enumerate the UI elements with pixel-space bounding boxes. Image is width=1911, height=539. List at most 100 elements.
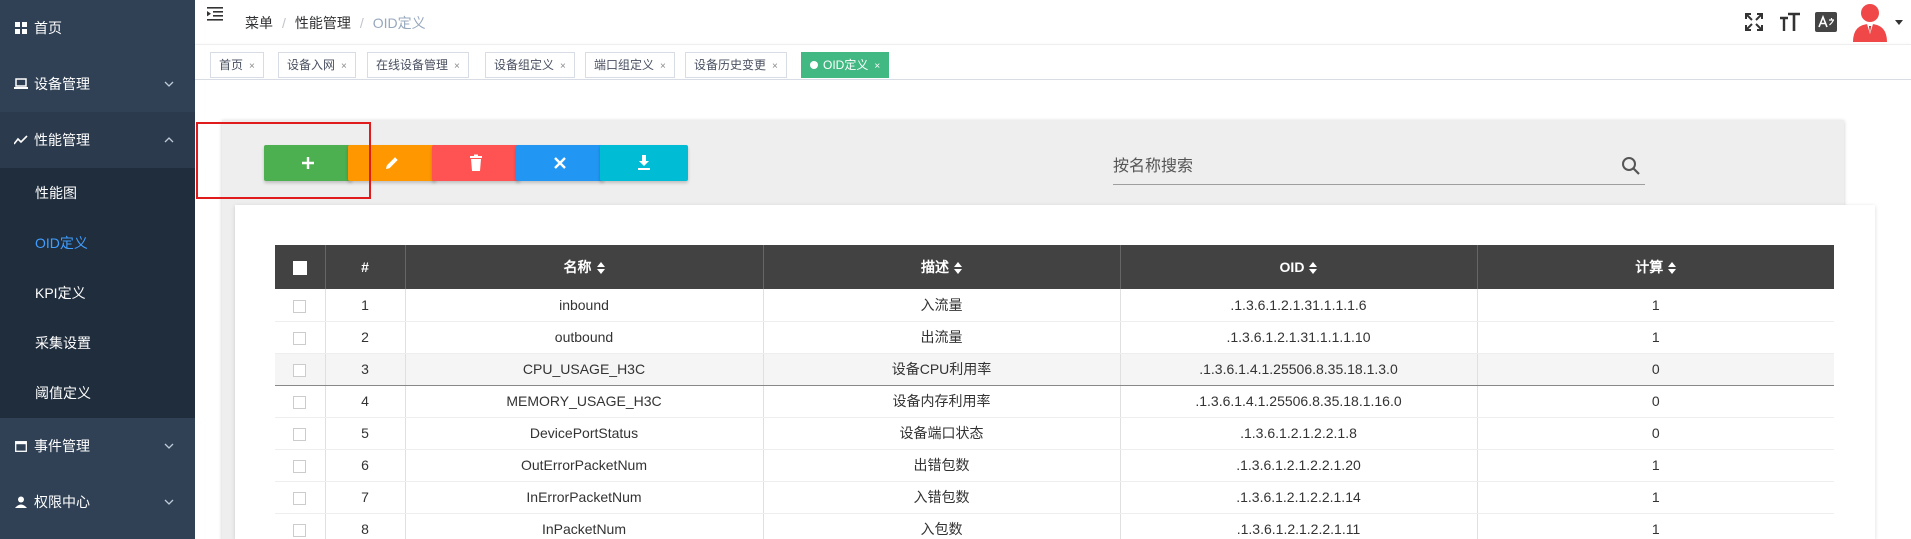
breadcrumb-item[interactable]: 菜单 — [245, 13, 273, 33]
caret-down-icon[interactable] — [1895, 18, 1903, 26]
sort-icon[interactable] — [596, 262, 605, 275]
export-button[interactable] — [600, 145, 688, 181]
table-cell: 入错包数 — [763, 481, 1121, 514]
table-cell: 出错包数 — [763, 449, 1121, 482]
avatar[interactable] — [1851, 2, 1889, 42]
sidebar-subitem-threshold-definition[interactable]: 阈值定义 — [0, 368, 195, 418]
row-checkbox[interactable] — [293, 363, 307, 377]
table-cell: 入包数 — [763, 513, 1121, 539]
fullscreen-icon[interactable] — [1743, 11, 1765, 33]
hamburger-icon[interactable] — [207, 6, 225, 22]
navbar: 菜单 / 性能管理 / OID定义 — [195, 0, 1911, 44]
table-cell: 3 — [325, 353, 406, 386]
sidebar-item-event-management[interactable]: 事件管理 — [0, 418, 195, 474]
tag-oid-definition[interactable]: OID定义 × — [801, 52, 890, 78]
row-checkbox[interactable] — [293, 427, 307, 441]
table-cell: 出流量 — [763, 321, 1121, 354]
sidebar-subitem-oid-definition[interactable]: OID定义 — [0, 218, 195, 268]
breadcrumb-separator: / — [359, 15, 364, 31]
chevron-down-icon — [164, 499, 174, 505]
search-field — [1113, 147, 1645, 185]
table-cell: 0 — [1477, 385, 1834, 418]
tag-label: 端口组定义 — [594, 58, 655, 72]
row-checkbox-cell — [275, 385, 326, 418]
column-header-name[interactable]: 名称 — [405, 245, 764, 289]
row-checkbox[interactable] — [293, 299, 307, 313]
right-menu — [1743, 0, 1911, 44]
table-row[interactable]: 6 OutErrorPacketNum 出错包数 .1.3.6.1.2.1.2.… — [275, 449, 1834, 482]
row-checkbox-cell — [275, 481, 326, 514]
close-icon[interactable]: × — [772, 61, 778, 72]
sidebar-item-performance-management[interactable]: 性能管理 — [0, 112, 195, 168]
table-cell: 0 — [1477, 353, 1834, 386]
tag-online-device-management[interactable]: 在线设备管理 × — [367, 52, 469, 78]
table-row[interactable]: 7 InErrorPacketNum 入错包数 .1.3.6.1.2.1.2.2… — [275, 481, 1834, 514]
tag-device-onboarding[interactable]: 设备入网 × — [278, 52, 356, 78]
sidebar-subitem-label: 阈值定义 — [35, 385, 91, 401]
table-cell: 0 — [1477, 417, 1834, 450]
table-row[interactable]: 8 InPacketNum 入包数 .1.3.6.1.2.1.2.2.1.11 … — [275, 513, 1834, 539]
oid-table: # 名称 描述 OID 计算 1 inbound 入流量 .1.3.6.1.2.… — [275, 245, 1834, 539]
row-checkbox[interactable] — [293, 523, 307, 537]
column-header-oid[interactable]: OID — [1120, 245, 1478, 289]
cancel-button[interactable] — [516, 145, 604, 181]
tag-label: 在线设备管理 — [376, 58, 449, 72]
table-cell: DevicePortStatus — [405, 417, 764, 450]
tag-home[interactable]: 首页 × — [210, 52, 264, 78]
close-icon[interactable]: × — [249, 61, 255, 72]
close-icon[interactable]: × — [341, 61, 347, 72]
tag-device-group-definition[interactable]: 设备组定义 × — [485, 52, 575, 78]
tag-label: 首页 — [219, 58, 244, 72]
font-size-icon[interactable] — [1779, 11, 1801, 33]
column-header-compute[interactable]: 计算 — [1477, 245, 1834, 289]
user-icon — [14, 495, 28, 509]
sidebar-item-home[interactable]: 首页 — [0, 0, 195, 56]
search-icon[interactable] — [1621, 156, 1641, 176]
highlight-box — [196, 122, 371, 199]
row-checkbox[interactable] — [293, 491, 307, 505]
table-row[interactable]: 1 inbound 入流量 .1.3.6.1.2.1.31.1.1.1.6 1 — [275, 289, 1834, 322]
table-cell: 1 — [1477, 513, 1834, 539]
tag-label: OID定义 — [823, 58, 869, 72]
sidebar-item-permission-center[interactable]: 权限中心 — [0, 474, 195, 530]
chevron-down-icon — [164, 443, 174, 449]
select-all-checkbox[interactable] — [292, 261, 307, 276]
close-icon[interactable]: × — [560, 61, 566, 72]
table-cell: 1 — [1477, 289, 1834, 322]
row-checkbox[interactable] — [293, 459, 307, 473]
row-checkbox[interactable] — [293, 331, 307, 345]
search-input[interactable] — [1113, 153, 1603, 181]
sidebar-subitem-kpi-definition[interactable]: KPI定义 — [0, 268, 195, 318]
column-header-index: # — [325, 245, 406, 289]
sort-icon[interactable] — [1309, 262, 1318, 275]
sidebar-subitem-performance-chart[interactable]: 性能图 — [0, 168, 195, 218]
tag-port-group-definition[interactable]: 端口组定义 × — [585, 52, 675, 78]
close-icon[interactable]: × — [874, 61, 880, 72]
row-checkbox[interactable] — [293, 395, 307, 409]
sidebar-item-device-management[interactable]: 设备管理 — [0, 56, 195, 112]
delete-button[interactable] — [432, 145, 520, 181]
sidebar-subitem-collection-settings[interactable]: 采集设置 — [0, 318, 195, 368]
table-row[interactable]: 3 CPU_USAGE_H3C 设备CPU利用率 .1.3.6.1.4.1.25… — [275, 353, 1834, 386]
breadcrumb-item[interactable]: 性能管理 — [295, 13, 351, 33]
table-cell: 入流量 — [763, 289, 1121, 322]
sort-icon[interactable] — [1668, 262, 1677, 275]
table-card: # 名称 描述 OID 计算 1 inbound 入流量 .1.3.6.1.2.… — [235, 205, 1875, 539]
table-row[interactable]: 4 MEMORY_USAGE_H3C 设备内存利用率 .1.3.6.1.4.1.… — [275, 385, 1834, 418]
sidebar-item-label: 首页 — [34, 20, 62, 36]
sidebar-subitem-label: KPI定义 — [35, 285, 86, 301]
table-row[interactable]: 5 DevicePortStatus 设备端口状态 .1.3.6.1.2.1.2… — [275, 417, 1834, 450]
sort-icon[interactable] — [954, 262, 962, 275]
table-cell: 设备内存利用率 — [763, 385, 1121, 418]
language-icon[interactable] — [1815, 11, 1837, 33]
table-row[interactable]: 2 outbound 出流量 .1.3.6.1.2.1.31.1.1.1.10 … — [275, 321, 1834, 354]
close-icon[interactable]: × — [660, 61, 666, 72]
active-dot — [810, 61, 818, 69]
sidebar-subitem-label: OID定义 — [35, 235, 88, 251]
row-checkbox-cell — [275, 321, 326, 354]
column-header-description[interactable]: 描述 — [763, 245, 1121, 289]
tag-device-history[interactable]: 设备历史变更 × — [685, 52, 787, 78]
close-icon[interactable]: × — [454, 61, 460, 72]
table-cell: 1 — [325, 289, 406, 322]
tags-view: 首页 × 设备入网 × 在线设备管理 × 设备组定义 × 端口组定义 × 设备历史变更 × … — [195, 44, 1911, 80]
